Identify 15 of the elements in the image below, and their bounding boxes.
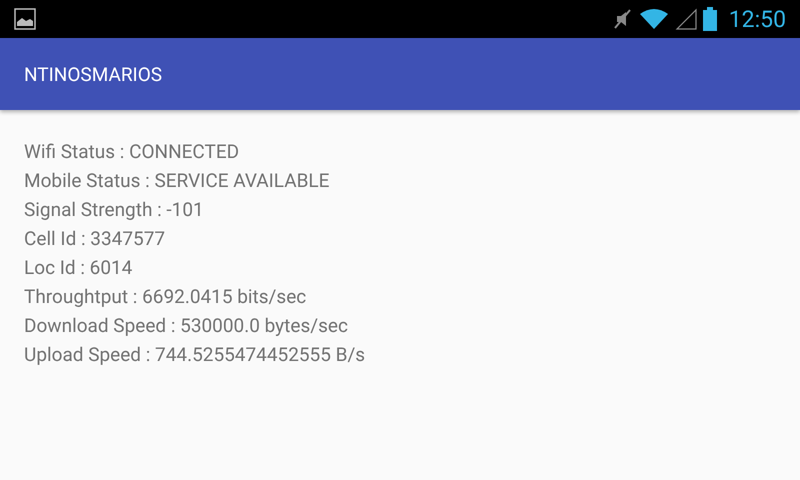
image-icon [14, 8, 36, 30]
wifi-icon [638, 8, 669, 30]
signal-icon [674, 8, 697, 30]
info-line: Mobile Status : SERVICE AVAILABLE [24, 168, 330, 194]
info-line: Download Speed : 530000.0 bytes/sec [24, 313, 348, 339]
info-line: Wifi Status : CONNECTED [24, 139, 240, 165]
mute-icon [612, 8, 633, 30]
info-line: Upload Speed : 744.5255474452555 B/s [24, 342, 366, 368]
app-title: NTINOSMARIOS [24, 62, 162, 86]
clock-time: 12:50 [728, 6, 786, 32]
info-line: Loc Id : 6014 [24, 255, 132, 281]
info-line: Throughtput : 6692.0415 bits/sec [24, 284, 306, 310]
battery-icon [702, 7, 717, 31]
info-line: Signal Strength : -101 [24, 197, 204, 223]
info-line: Cell Id : 3347577 [24, 226, 166, 252]
